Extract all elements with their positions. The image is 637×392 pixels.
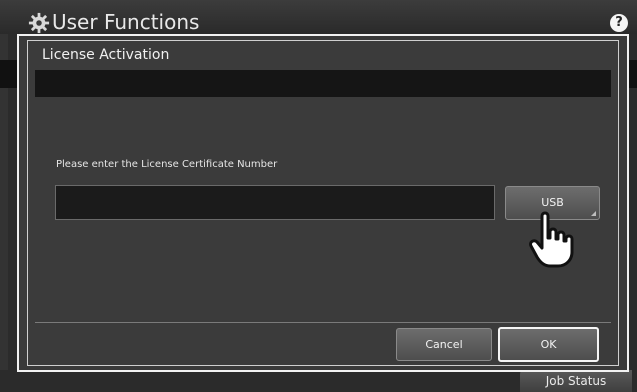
job-status-button[interactable]: Job Status (520, 370, 632, 392)
hand-pointer-icon (529, 211, 574, 268)
license-prompt-label: Please enter the License Certificate Num… (56, 159, 278, 170)
usb-button-label: USB (541, 196, 564, 209)
app-title: User Functions (52, 10, 200, 34)
dialog-header-bar (35, 70, 611, 97)
dialog-title: License Activation (42, 47, 170, 63)
help-icon[interactable]: ? (610, 14, 628, 32)
cancel-button[interactable]: Cancel (396, 328, 492, 361)
license-number-input[interactable] (55, 185, 495, 220)
license-activation-dialog: License Activation Please enter the Lice… (17, 34, 629, 372)
ok-button[interactable]: OK (498, 327, 599, 362)
corner-indicator-icon (591, 211, 596, 216)
dialog-panel: License Activation Please enter the Lice… (27, 40, 619, 366)
app-header: User Functions ? (0, 0, 637, 34)
divider (35, 322, 611, 323)
gear-icon (28, 12, 50, 34)
